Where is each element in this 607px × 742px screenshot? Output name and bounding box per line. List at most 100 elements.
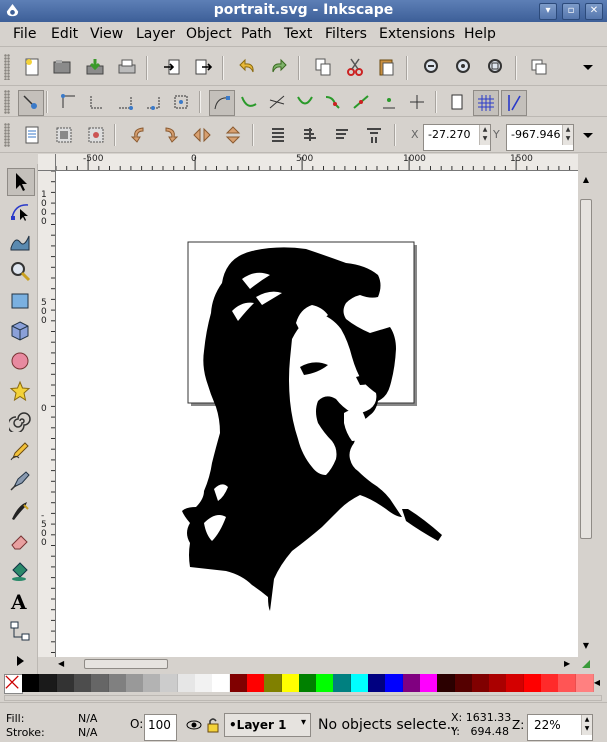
color-swatch[interactable] xyxy=(195,674,213,692)
snap-nodes-icon[interactable] xyxy=(209,90,235,116)
scroll-up-icon[interactable]: ▲ xyxy=(580,175,592,185)
fill-value[interactable]: N/A xyxy=(78,712,97,725)
spiral-tool-icon[interactable] xyxy=(7,408,33,434)
color-swatch[interactable] xyxy=(177,674,196,692)
text-tool-icon[interactable]: A xyxy=(7,588,33,614)
color-swatch[interactable] xyxy=(316,674,335,692)
layer-selector[interactable]: •Layer 1 ▾ xyxy=(224,713,311,737)
palette-menu-icon[interactable]: ◀ xyxy=(591,674,603,692)
y-stepper-icon[interactable]: ▲ ▼ xyxy=(562,125,573,145)
menu-object[interactable]: Object xyxy=(186,26,232,42)
close-button[interactable]: ✕ xyxy=(585,3,603,20)
color-swatch[interactable] xyxy=(125,674,144,692)
snap-path-icon[interactable] xyxy=(237,90,261,114)
menu-filters[interactable]: Filters xyxy=(325,26,367,42)
stroke-value[interactable]: N/A xyxy=(78,726,97,739)
color-swatch[interactable] xyxy=(246,674,265,692)
snap-page-border-icon[interactable] xyxy=(445,90,469,114)
toolbar-grip[interactable] xyxy=(4,123,10,147)
vertical-scroll-thumb[interactable] xyxy=(580,199,592,539)
color-swatch[interactable] xyxy=(541,674,559,692)
snap-bbox-edge-icon[interactable] xyxy=(85,90,109,114)
color-swatch[interactable] xyxy=(298,674,317,692)
snap-intersection-icon[interactable] xyxy=(265,90,289,114)
raise-icon[interactable] xyxy=(298,123,322,147)
resize-grip-icon[interactable] xyxy=(580,658,592,670)
snap-midpoint-icon[interactable] xyxy=(349,90,373,114)
toolbox-overflow-icon[interactable] xyxy=(7,648,33,674)
color-swatch[interactable] xyxy=(160,674,179,692)
menu-text[interactable]: Text xyxy=(284,26,312,42)
zoom-selection-icon[interactable] xyxy=(419,55,443,79)
scroll-left-icon[interactable]: ◀ xyxy=(58,659,68,669)
import-icon[interactable] xyxy=(160,55,184,79)
snap-smooth-icon[interactable] xyxy=(321,90,345,114)
tweak-tool-icon[interactable] xyxy=(7,228,33,254)
flip-horizontal-icon[interactable] xyxy=(190,123,214,147)
horizontal-scrollbar[interactable]: ◀ ▶ xyxy=(56,657,578,671)
maximize-button[interactable]: ▫ xyxy=(562,3,580,20)
save-icon[interactable] xyxy=(83,55,107,79)
color-swatch[interactable] xyxy=(229,674,248,692)
snap-rotation-center-icon[interactable] xyxy=(405,90,429,114)
color-swatch[interactable] xyxy=(454,674,473,692)
vertical-ruler[interactable]: 1000 500 0 -500 xyxy=(38,171,56,657)
color-swatch[interactable] xyxy=(368,674,386,692)
toolbar-grip[interactable] xyxy=(4,54,10,80)
color-swatch[interactable] xyxy=(471,674,490,692)
zoom-page-icon[interactable] xyxy=(483,55,507,79)
zoom-tool-icon[interactable] xyxy=(7,258,33,284)
selector-tool-icon[interactable] xyxy=(7,168,35,196)
ellipse-tool-icon[interactable] xyxy=(7,348,33,374)
3d-box-tool-icon[interactable] xyxy=(7,318,33,344)
paint-bucket-tool-icon[interactable] xyxy=(7,558,33,584)
color-swatch[interactable] xyxy=(39,674,58,692)
color-swatch[interactable] xyxy=(489,674,508,692)
lower-to-bottom-icon[interactable] xyxy=(266,123,290,147)
toolbar-overflow-icon[interactable] xyxy=(576,55,600,79)
redo-icon[interactable] xyxy=(266,55,290,79)
select-all-icon[interactable] xyxy=(20,123,44,147)
cut-icon[interactable] xyxy=(343,55,367,79)
lower-icon[interactable] xyxy=(330,123,354,147)
menu-path[interactable]: Path xyxy=(241,26,272,42)
snap-guides-icon[interactable] xyxy=(501,90,527,116)
opacity-field[interactable]: 100 xyxy=(144,714,177,741)
connector-tool-icon[interactable] xyxy=(7,618,33,644)
paste-icon[interactable] xyxy=(375,55,399,79)
menu-extensions[interactable]: Extensions xyxy=(379,26,455,42)
eraser-tool-icon[interactable] xyxy=(7,528,33,554)
visibility-eye-icon[interactable] xyxy=(186,717,202,733)
color-swatch[interactable] xyxy=(385,674,404,692)
rectangle-tool-icon[interactable] xyxy=(7,288,33,314)
x-position-field[interactable]: -27.270 ▲ ▼ xyxy=(423,124,491,151)
calligraphy-tool-icon[interactable] xyxy=(7,498,33,524)
color-swatch[interactable] xyxy=(558,674,577,692)
color-swatch[interactable] xyxy=(212,674,231,692)
scroll-down-icon[interactable]: ▼ xyxy=(580,641,592,651)
y-position-field[interactable]: -967.946 ▲ ▼ xyxy=(506,124,574,151)
color-swatch[interactable] xyxy=(506,674,525,692)
print-icon[interactable] xyxy=(115,55,139,79)
color-swatch[interactable] xyxy=(350,674,369,692)
pencil-tool-icon[interactable] xyxy=(7,438,33,464)
duplicate-icon[interactable] xyxy=(527,55,551,79)
open-icon[interactable] xyxy=(50,55,74,79)
scroll-right-icon[interactable]: ▶ xyxy=(564,659,574,669)
snap-cusp-icon[interactable] xyxy=(293,90,317,114)
color-swatch[interactable] xyxy=(91,674,110,692)
pen-tool-icon[interactable] xyxy=(7,468,33,494)
zoom-stepper-icon[interactable]: ▲ ▼ xyxy=(581,715,592,735)
vertical-scrollbar[interactable]: ▲ ▼ xyxy=(578,171,594,657)
rotate-ccw-icon[interactable] xyxy=(127,123,151,147)
x-stepper-icon[interactable]: ▲ ▼ xyxy=(479,125,490,145)
horizontal-ruler[interactable]: -500 0 500 1000 1500 2000 xyxy=(56,154,578,171)
controls-overflow-icon[interactable] xyxy=(576,123,600,147)
color-swatch[interactable] xyxy=(108,674,127,692)
snap-toggle-icon[interactable] xyxy=(18,90,44,116)
flip-vertical-icon[interactable] xyxy=(221,123,245,147)
color-swatch[interactable] xyxy=(523,674,542,692)
shade-button[interactable]: ▾ xyxy=(539,3,557,20)
zoom-field[interactable]: 22% ▲ ▼ xyxy=(527,714,593,741)
node-tool-icon[interactable] xyxy=(7,198,33,224)
